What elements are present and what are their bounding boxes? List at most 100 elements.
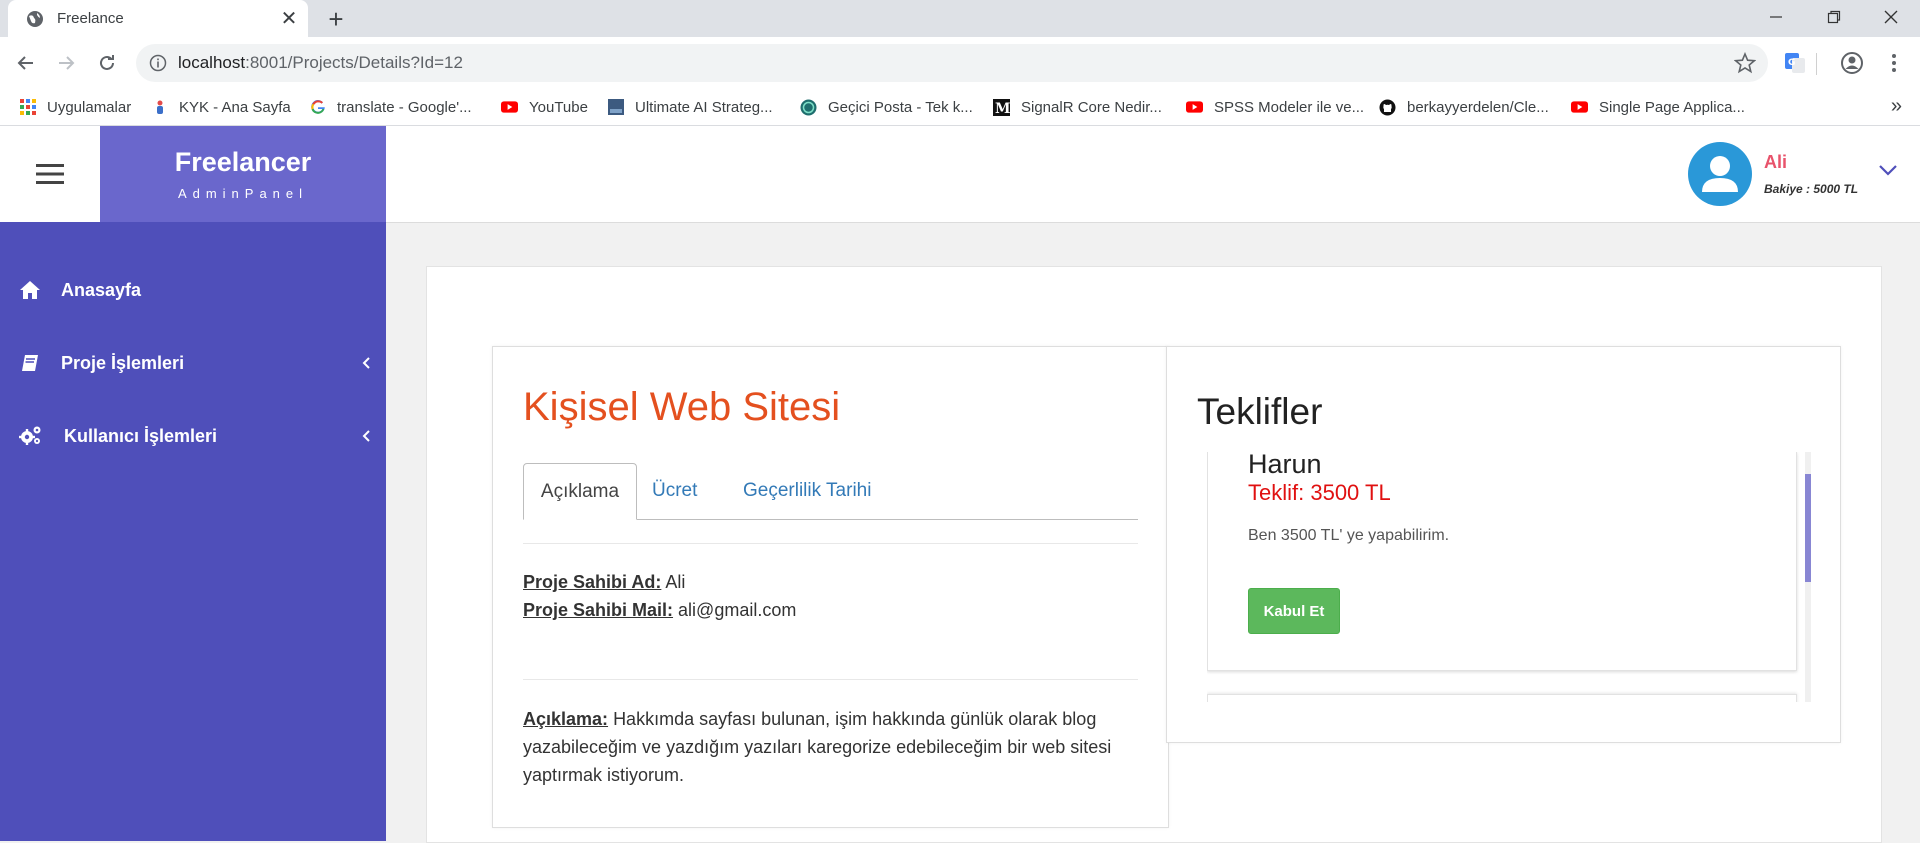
bookmark-label: SPSS Modeler ile ve... (1214, 98, 1365, 116)
youtube-icon (1571, 99, 1588, 116)
tab-aciklama[interactable]: Açıklama (523, 463, 637, 520)
reload-icon (100, 55, 114, 70)
bookmark-youtube[interactable]: YouTube (501, 89, 588, 125)
browser-tab-strip: Freelance ✕ + (0, 0, 1920, 37)
arrow-right-icon (59, 56, 75, 70)
bookmark-label: SignalR Core Nedir... (1021, 98, 1162, 116)
bookmark-signalr[interactable]: M SignalR Core Nedir... (993, 89, 1162, 125)
close-icon[interactable]: ✕ (278, 8, 300, 30)
bookmark-spss[interactable]: SPSS Modeler ile ve... (1186, 89, 1364, 125)
bookmark-translate[interactable]: translate - Google'... (309, 89, 472, 125)
bookmark-label: Geçici Posta - Tek k... (828, 98, 973, 116)
bookmarks-more-button[interactable]: » (1891, 95, 1902, 118)
top-navbar: Ali Bakiye : 5000 TL (386, 126, 1920, 223)
bookmark-kyk[interactable]: KYK - Ana Sayfa (151, 89, 291, 125)
offers-title: Teklifler (1197, 391, 1323, 432)
tab-ucret[interactable]: Ücret (652, 463, 697, 519)
description-text: Hakkımda sayfası bulunan, işim hakkında … (523, 709, 1112, 785)
kebab-menu-icon[interactable] (1880, 49, 1908, 77)
tab-gecerlilik-tarihi[interactable]: Geçerlilik Tarihi (743, 463, 871, 519)
toolbar-separator (1816, 53, 1817, 75)
offers-list[interactable]: Harun Teklif: 3500 TL Ben 3500 TL' ye ya… (1207, 452, 1811, 702)
user-name[interactable]: Ali (1764, 152, 1787, 173)
youtube-icon (501, 99, 518, 116)
bookmark-apps[interactable]: Uygulamalar (19, 89, 131, 125)
bookmark-label: berkayyerdelen/Cle... (1407, 98, 1549, 116)
project-card: Kişisel Web Sitesi Açıklama Ücret Geçerl… (492, 346, 1169, 828)
user-balance: Bakiye : 5000 TL (1764, 182, 1859, 196)
home-icon (18, 278, 42, 302)
gears-icon (18, 424, 42, 448)
browser-toolbar: localhost:8001/Projects/Details?Id=12 G (0, 37, 1920, 89)
divider (523, 543, 1138, 544)
sidebar-item-label: Kullanıcı İşlemleri (64, 425, 218, 446)
url-text[interactable]: localhost:8001/Projects/Details?Id=12 (178, 53, 463, 73)
accept-offer-button[interactable]: Kabul Et (1248, 588, 1340, 634)
bookmarks-bar: Uygulamalar KYK - Ana Sayfa translate - … (0, 89, 1920, 126)
globe-icon (27, 10, 43, 27)
owner-mail-label: Proje Sahibi Mail: (523, 600, 674, 620)
arrow-left-icon (17, 56, 33, 70)
bookmark-label: YouTube (529, 98, 588, 116)
sidebar: Anasayfa Proje İşlemleri Kullanıcı İşlem… (0, 222, 386, 841)
info-icon[interactable] (149, 54, 167, 72)
globe-icon (800, 99, 817, 116)
star-icon[interactable] (1734, 52, 1756, 74)
bookmark-spa[interactable]: Single Page Applica... (1571, 89, 1745, 125)
book-icon (18, 351, 42, 375)
bookmark-label: Ultimate AI Strateg... (635, 98, 773, 116)
divider (523, 679, 1138, 680)
scrollbar-thumb[interactable] (1805, 474, 1811, 582)
offer-amount: Teklif: 3500 TL (1248, 480, 1391, 505)
project-tabs: Açıklama Ücret Geçerlilik Tarihi (523, 463, 1138, 520)
github-icon (1379, 99, 1396, 116)
offers-card: Teklifler Harun Teklif: 3500 TL Ben 3500… (1166, 346, 1841, 743)
hamburger-icon (36, 164, 64, 184)
owner-name-line: Proje Sahibi Ad: Ali (523, 572, 685, 593)
minimize-button[interactable] (1753, 0, 1799, 34)
bookmark-gecici-posta[interactable]: Geçici Posta - Tek k... (800, 89, 973, 125)
description-label: Açıklama: (523, 709, 609, 729)
offer-name: Harun (1248, 452, 1322, 479)
browser-tab[interactable]: Freelance ✕ (8, 0, 308, 37)
project-title: Kişisel Web Sitesi (523, 385, 841, 429)
bookmark-label: Uygulamalar (47, 98, 132, 116)
chevron-down-icon[interactable] (1876, 158, 1900, 182)
bookmark-github[interactable]: berkayyerdelen/Cle... (1379, 89, 1549, 125)
medium-icon: M (993, 98, 1010, 116)
chevron-left-icon (362, 357, 370, 369)
back-button[interactable] (12, 49, 40, 77)
tab-title: Freelance (57, 10, 124, 27)
reload-button[interactable] (93, 49, 121, 77)
profile-icon[interactable] (1838, 49, 1866, 77)
sidebar-item-anasayfa[interactable]: Anasayfa (0, 260, 386, 320)
restore-button[interactable] (1811, 0, 1857, 34)
svg-text:M: M (995, 101, 1010, 116)
sidebar-item-kullanici-islemleri[interactable]: Kullanıcı İşlemleri (0, 406, 386, 466)
bookmark-ultimate-ai[interactable]: Ultimate AI Strateg... (607, 89, 773, 125)
brand-subtitle: AdminPanel (177, 186, 309, 201)
new-tab-button[interactable]: + (323, 4, 349, 34)
apps-grid-icon (19, 99, 36, 116)
avatar[interactable] (1688, 142, 1752, 206)
window-close-button[interactable] (1868, 0, 1914, 34)
menu-toggle-button[interactable] (0, 126, 100, 222)
user-icon (1702, 156, 1738, 192)
svg-text:G: G (1788, 58, 1795, 68)
forward-button[interactable] (52, 49, 80, 77)
url-host: localhost (178, 53, 246, 72)
youtube-icon (1186, 99, 1203, 116)
sidebar-item-label: Anasayfa (61, 279, 142, 300)
owner-name-label: Proje Sahibi Ad: (523, 572, 662, 592)
brand-logo[interactable]: Freelancer AdminPanel (100, 126, 386, 222)
brand-title: Freelancer (174, 147, 312, 177)
url-path: :8001/Projects/Details?Id=12 (245, 53, 463, 72)
close-icon (1884, 10, 1898, 24)
offer-item: Harun Teklif: 3500 TL Ben 3500 TL' ye ya… (1207, 452, 1797, 671)
sidebar-item-proje-islemleri[interactable]: Proje İşlemleri (0, 333, 386, 393)
address-bar[interactable]: localhost:8001/Projects/Details?Id=12 (136, 44, 1768, 82)
bookmark-label: Single Page Applica... (1599, 98, 1745, 116)
translate-icon[interactable]: G (1781, 49, 1809, 77)
sidebar-item-label: Proje İşlemleri (61, 352, 185, 373)
restore-icon (1827, 10, 1841, 24)
